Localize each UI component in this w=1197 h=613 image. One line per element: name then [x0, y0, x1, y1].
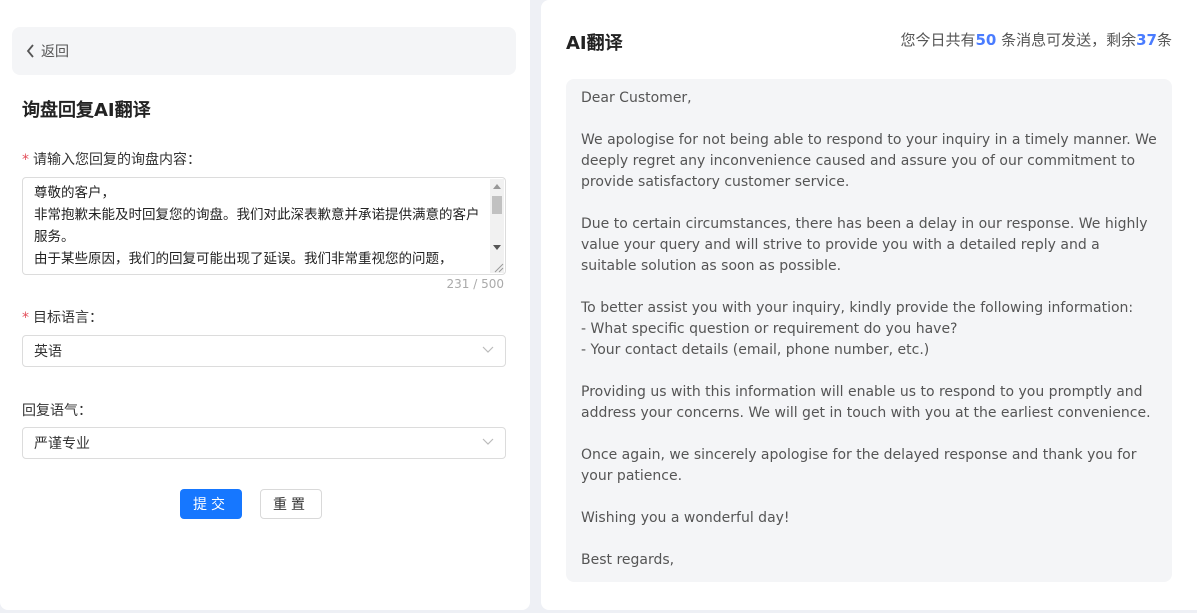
page-title: 询盘回复AI翻译 [22, 100, 151, 121]
quota-remaining: 37 [1136, 31, 1157, 49]
scroll-thumb[interactable] [492, 196, 502, 214]
result-paragraph: Wishing you a wonderful day! [581, 510, 790, 526]
result-paragraph: Best regards, [581, 552, 675, 568]
inquiry-textarea[interactable]: 尊敬的客户， 非常抱歉未能及时回复您的询盘。我们对此深表歉意并承诺提供满意的客户… [22, 177, 506, 275]
language-label-text: 目标语言： [33, 310, 103, 326]
quota-prefix: 您今日共有 [900, 31, 976, 49]
quota-middle: 条消息可发送，剩余 [996, 31, 1137, 49]
quota-suffix: 条 [1156, 31, 1172, 49]
inquiry-label-text: 请输入您回复的询盘内容： [33, 152, 201, 168]
result-paragraph: Providing us with this information will … [581, 384, 1151, 421]
reset-button[interactable]: 重置 [260, 489, 322, 519]
tone-label: 回复语气： [22, 403, 92, 419]
result-paragraph: Due to certain circumstances, there has … [581, 216, 1148, 274]
result-paragraph: Dear Customer, [581, 90, 692, 106]
result-paragraph: We apologise for not being able to respo… [581, 132, 1157, 190]
message-quota: 您今日共有50 条消息可发送，剩余37条 [900, 29, 1172, 50]
language-select[interactable]: 英语 [22, 335, 506, 367]
language-value: 英语 [34, 344, 62, 360]
submit-button[interactable]: 提交 [180, 489, 242, 519]
translation-result: Dear Customer, We apologise for not bein… [566, 79, 1172, 582]
language-label: * 目标语言： [22, 307, 103, 327]
inquiry-text[interactable]: 尊敬的客户， 非常抱歉未能及时回复您的询盘。我们对此深表歉意并承诺提供满意的客户… [23, 178, 505, 270]
chevron-down-icon [482, 346, 494, 353]
back-button[interactable]: 返回 [12, 27, 516, 75]
resize-handle-icon[interactable] [492, 261, 504, 273]
result-paragraph: To better assist you with your inquiry, … [581, 300, 1134, 358]
tone-value: 严谨专业 [34, 436, 90, 452]
required-mark: * [22, 152, 29, 168]
inquiry-label: * 请输入您回复的询盘内容： [22, 149, 201, 169]
back-label: 返回 [41, 44, 69, 60]
required-mark: * [22, 310, 29, 326]
translation-title: AI翻译 [566, 33, 623, 54]
char-counter: 231 / 500 [446, 277, 504, 291]
tone-select[interactable]: 严谨专业 [22, 427, 506, 459]
chevron-down-icon [482, 438, 494, 445]
chevron-left-icon [26, 44, 34, 58]
quota-total: 50 [975, 31, 997, 49]
scroll-up-icon[interactable] [493, 184, 501, 189]
translation-text: Dear Customer, We apologise for not bein… [566, 79, 1172, 571]
result-paragraph: Once again, we sincerely apologise for t… [581, 447, 1137, 484]
left-panel: 返回 询盘回复AI翻译 * 请输入您回复的询盘内容： 尊敬的客户， 非常抱歉未能及… [0, 0, 530, 610]
textarea-scrollbar[interactable] [490, 179, 504, 273]
scroll-down-icon[interactable] [493, 245, 501, 250]
